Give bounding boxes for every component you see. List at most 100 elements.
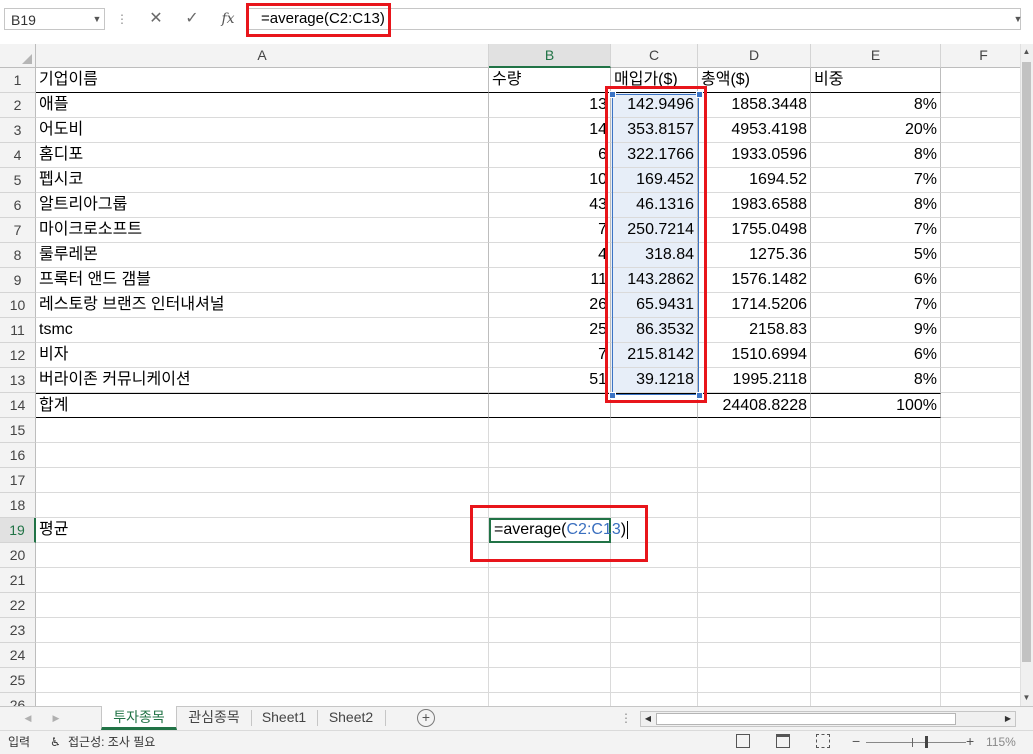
sheet-tab-sheet2[interactable]: Sheet2 [318, 706, 384, 730]
cell-b11[interactable]: 25 [489, 318, 611, 343]
insert-function-icon[interactable]: fx [218, 8, 238, 30]
cancel-icon[interactable]: ✕ [146, 8, 166, 30]
cell-a23[interactable] [36, 618, 489, 643]
row-header-7[interactable]: 7 [0, 218, 36, 243]
cell-b14[interactable] [489, 393, 611, 418]
row-header-11[interactable]: 11 [0, 318, 36, 343]
cell-e2[interactable]: 8% [811, 93, 941, 118]
cell-c25[interactable] [611, 668, 698, 693]
row-header-23[interactable]: 23 [0, 618, 36, 643]
cell-f4[interactable] [941, 143, 1020, 168]
cell-f22[interactable] [941, 593, 1020, 618]
normal-view-icon[interactable] [736, 734, 750, 748]
cell-d2[interactable]: 1858.3448 [698, 93, 811, 118]
cell-e7[interactable]: 7% [811, 218, 941, 243]
cell-d17[interactable] [698, 468, 811, 493]
column-header-d[interactable]: D [698, 44, 811, 68]
horizontal-scroll-thumb[interactable] [656, 713, 956, 725]
cell-a4[interactable]: 홈디포 [36, 143, 489, 168]
cell-e1[interactable]: 비중 [811, 68, 941, 93]
select-all-corner[interactable] [0, 44, 36, 68]
cell-a19[interactable]: 평균 [36, 518, 489, 543]
cell-d15[interactable] [698, 418, 811, 443]
cell-b21[interactable] [489, 568, 611, 593]
cell-b22[interactable] [489, 593, 611, 618]
cell-e15[interactable] [811, 418, 941, 443]
cell-a14[interactable]: 합계 [36, 393, 489, 418]
cell-f3[interactable] [941, 118, 1020, 143]
row-header-14[interactable]: 14 [0, 393, 36, 418]
cell-d5[interactable]: 1694.52 [698, 168, 811, 193]
sheet-tab-관심종목[interactable]: 관심종목 [178, 706, 250, 730]
scroll-left-icon[interactable]: ◀ [642, 712, 654, 726]
cell-f13[interactable] [941, 368, 1020, 393]
cell-e11[interactable]: 9% [811, 318, 941, 343]
cell-a18[interactable] [36, 493, 489, 518]
cell-c16[interactable] [611, 443, 698, 468]
row-header-25[interactable]: 25 [0, 668, 36, 693]
page-break-view-icon[interactable] [816, 734, 830, 748]
vertical-scroll-thumb[interactable] [1022, 62, 1031, 662]
cell-b25[interactable] [489, 668, 611, 693]
cell-a6[interactable]: 알트리아그룹 [36, 193, 489, 218]
cell-b15[interactable] [489, 418, 611, 443]
cell-a13[interactable]: 버라이존 커뮤니케이션 [36, 368, 489, 393]
cell-c23[interactable] [611, 618, 698, 643]
cell-f5[interactable] [941, 168, 1020, 193]
cell-d25[interactable] [698, 668, 811, 693]
cell-f21[interactable] [941, 568, 1020, 593]
cell-d14[interactable]: 24408.8228 [698, 393, 811, 418]
row-header-5[interactable]: 5 [0, 168, 36, 193]
cell-a8[interactable]: 룰루레몬 [36, 243, 489, 268]
cell-e6[interactable]: 8% [811, 193, 941, 218]
cell-f12[interactable] [941, 343, 1020, 368]
cell-e9[interactable]: 6% [811, 268, 941, 293]
row-header-26[interactable]: 26 [0, 693, 36, 706]
cell-d4[interactable]: 1933.0596 [698, 143, 811, 168]
scroll-down-icon[interactable]: ▼ [1020, 690, 1033, 706]
cell-d22[interactable] [698, 593, 811, 618]
cell-f20[interactable] [941, 543, 1020, 568]
cell-d8[interactable]: 1275.36 [698, 243, 811, 268]
cell-e19[interactable] [811, 518, 941, 543]
more-dots-icon[interactable]: ⋮ [620, 708, 632, 728]
cell-d21[interactable] [698, 568, 811, 593]
cell-e18[interactable] [811, 493, 941, 518]
cell-e24[interactable] [811, 643, 941, 668]
accessibility-icon[interactable]: ♿ [50, 733, 66, 751]
cell-e26[interactable] [811, 693, 941, 706]
cell-b7[interactable]: 7 [489, 218, 611, 243]
row-header-18[interactable]: 18 [0, 493, 36, 518]
cell-a21[interactable] [36, 568, 489, 593]
cell-b10[interactable]: 26 [489, 293, 611, 318]
cell-c21[interactable] [611, 568, 698, 593]
cell-b1[interactable]: 수량 [489, 68, 611, 93]
cell-f24[interactable] [941, 643, 1020, 668]
row-header-15[interactable]: 15 [0, 418, 36, 443]
cell-a10[interactable]: 레스토랑 브랜즈 인터내셔널 [36, 293, 489, 318]
cell-a2[interactable]: 애플 [36, 93, 489, 118]
cell-e16[interactable] [811, 443, 941, 468]
cell-f26[interactable] [941, 693, 1020, 706]
cell-d23[interactable] [698, 618, 811, 643]
cell-a26[interactable] [36, 693, 489, 706]
enter-icon[interactable]: ✓ [182, 8, 202, 30]
sheet-tab-투자종목[interactable]: 투자종목 [101, 706, 177, 730]
cell-c17[interactable] [611, 468, 698, 493]
cell-d18[interactable] [698, 493, 811, 518]
cell-f19[interactable] [941, 518, 1020, 543]
cell-c15[interactable] [611, 418, 698, 443]
scroll-up-icon[interactable]: ▲ [1020, 44, 1033, 60]
cell-e4[interactable]: 8% [811, 143, 941, 168]
cell-d1[interactable]: 총액($) [698, 68, 811, 93]
zoom-out-icon[interactable]: − [852, 733, 860, 749]
cell-c26[interactable] [611, 693, 698, 706]
cell-b6[interactable]: 43 [489, 193, 611, 218]
cell-f1[interactable] [941, 68, 1020, 93]
cell-f10[interactable] [941, 293, 1020, 318]
column-header-f[interactable]: F [941, 44, 1020, 68]
cell-c22[interactable] [611, 593, 698, 618]
cell-d24[interactable] [698, 643, 811, 668]
cell-a3[interactable]: 어도비 [36, 118, 489, 143]
cell-a9[interactable]: 프록터 앤드 갬블 [36, 268, 489, 293]
